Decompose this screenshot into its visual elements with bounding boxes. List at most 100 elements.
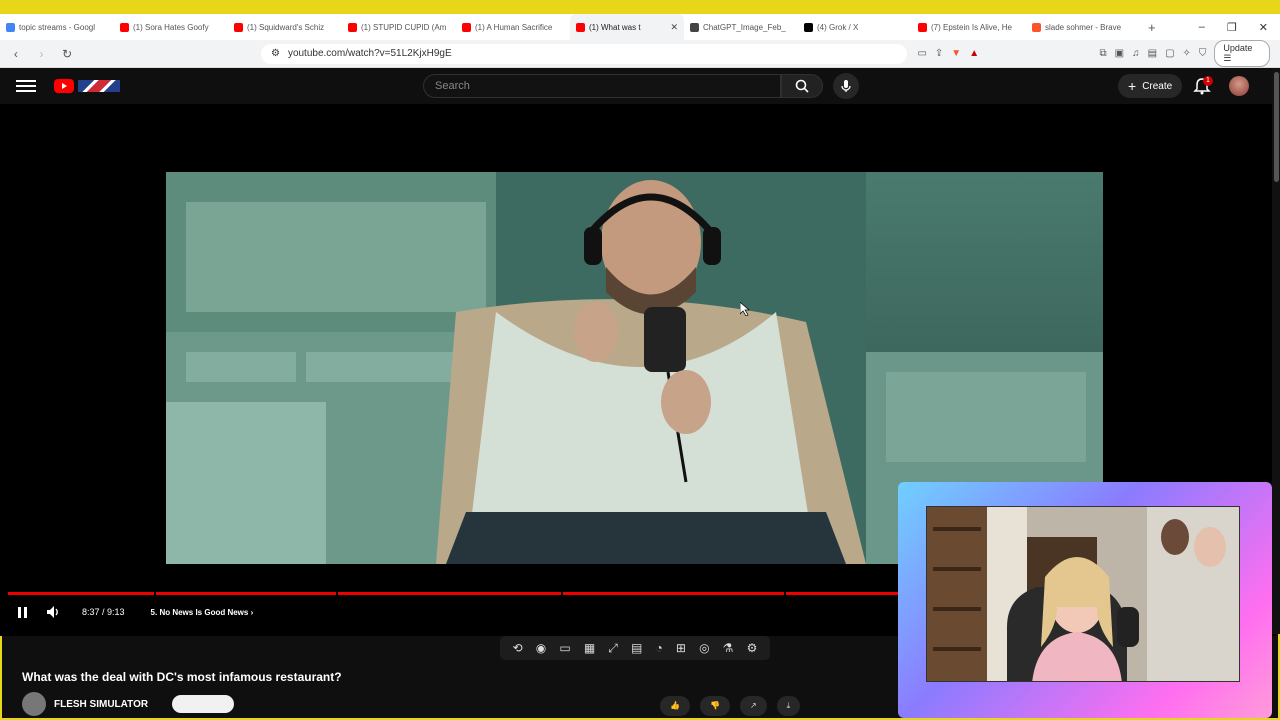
menu-icon[interactable] xyxy=(16,80,36,92)
chapter-title: 5. No News Is Good News xyxy=(150,607,249,617)
search-input[interactable]: Search xyxy=(423,74,781,98)
url-text: youtube.com/watch?v=51L2KjxH9gE xyxy=(287,48,452,59)
browser-tab[interactable]: (1) STUPID CUPID (Am xyxy=(342,14,456,40)
vpn-icon[interactable]: ✧ xyxy=(1183,48,1191,59)
account-avatar[interactable] xyxy=(1229,76,1249,96)
browser-tab[interactable]: (1) Sora Hates Goofy xyxy=(114,14,228,40)
youtube-play-icon xyxy=(54,79,74,93)
share-icon[interactable]: ⇪ xyxy=(935,48,943,59)
mic-icon xyxy=(841,80,851,92)
tab-title: ChatGPT_Image_Feb_ xyxy=(703,22,786,32)
tab-favicon xyxy=(1032,22,1041,32)
flask-icon[interactable]: ⚗ xyxy=(723,641,734,655)
video-actions: 👍 👎 ↗ ⤓ xyxy=(660,696,801,716)
webcam-feed xyxy=(926,506,1240,682)
forward-icon[interactable]: › xyxy=(34,46,50,62)
tab-title: slade sohmer - Brave xyxy=(1045,22,1122,32)
pip-icon[interactable]: ⊞ xyxy=(676,641,686,655)
tab-title: (7) Epstein Is Alive, He xyxy=(931,22,1012,32)
chapter-marker xyxy=(154,592,156,595)
music-icon[interactable]: ♫ xyxy=(1132,48,1140,59)
back-icon[interactable]: ‹ xyxy=(8,46,24,62)
dislike-button[interactable]: 👎 xyxy=(699,696,730,716)
channel-row: FLESH SIMULATOR xyxy=(22,692,235,716)
shield-icon[interactable]: ⛉ xyxy=(1199,48,1207,59)
browser-tab-strip: topic streams - Googl (1) Sora Hates Goo… xyxy=(0,14,1280,40)
chapter-marker xyxy=(784,592,786,595)
tab-favicon xyxy=(462,22,471,32)
wallet-icon[interactable]: ▢ xyxy=(1165,48,1174,59)
tab-title: (1) A Human Sacrifice xyxy=(475,22,553,32)
reload-icon[interactable]: ↻ xyxy=(59,46,75,62)
search-button[interactable] xyxy=(781,74,823,98)
loop-icon[interactable]: ⟲ xyxy=(513,641,523,655)
browser-tab[interactable]: (1) Squidward's Schiz xyxy=(228,14,342,40)
youtube-logo[interactable] xyxy=(54,79,120,93)
close-tab-icon[interactable]: ✕ xyxy=(670,22,678,33)
cast-icon[interactable]: ▭ xyxy=(917,48,926,59)
speed-icon[interactable]: ◔ xyxy=(656,641,663,655)
volume-icon[interactable] xyxy=(46,605,60,619)
tab-favicon xyxy=(6,22,15,32)
download-button[interactable]: ⤓ xyxy=(776,696,801,716)
channel-avatar[interactable] xyxy=(22,692,46,716)
tab-title: (4) Grok / X xyxy=(817,22,859,32)
rewards-icon[interactable]: ▲ xyxy=(969,48,979,59)
time-display: 8:37 / 9:13 xyxy=(82,607,125,617)
close-window-button[interactable]: ✕ xyxy=(1259,21,1268,34)
address-bar[interactable]: ⚙ youtube.com/watch?v=51L2KjxH9gE xyxy=(260,43,908,64)
webcam-illustration xyxy=(927,507,1239,681)
resize-icon[interactable]: ⤢ xyxy=(608,641,618,656)
reading-icon[interactable]: ▤ xyxy=(1148,48,1157,59)
voice-search-button[interactable] xyxy=(833,73,859,99)
update-label: Update xyxy=(1223,43,1253,53)
chapter-button[interactable]: 5. No News Is Good News › xyxy=(151,608,254,617)
tab-favicon xyxy=(918,22,927,32)
camera-icon[interactable]: ◎ xyxy=(699,641,709,655)
film-icon[interactable]: ▦ xyxy=(584,641,595,655)
maximize-button[interactable]: ❐ xyxy=(1227,21,1237,34)
browser-tab-active[interactable]: (1) What was t ✕ xyxy=(570,14,684,40)
share-button[interactable]: ↗ xyxy=(739,696,767,716)
update-button[interactable]: Update ☰ xyxy=(1214,40,1270,67)
screen-icon[interactable]: ▭ xyxy=(559,641,570,655)
extensions-icon[interactable]: ⧉ xyxy=(1100,48,1107,59)
tab-title: topic streams - Googl xyxy=(19,22,96,32)
plus-icon: + xyxy=(1128,78,1137,94)
tab-title: (1) Squidward's Schiz xyxy=(247,22,325,32)
youtube-header: Search + Create 1 xyxy=(0,68,1276,104)
pause-button[interactable] xyxy=(14,604,30,620)
browser-tab[interactable]: slade sohmer - Brave xyxy=(1026,14,1140,40)
notification-badge: 1 xyxy=(1203,76,1213,86)
tab-favicon xyxy=(348,22,357,32)
subscribe-button[interactable] xyxy=(172,695,235,713)
like-button[interactable]: 👍 xyxy=(660,696,690,716)
extension-toolbar: ⟲ ◉ ▭ ▦ ⤢ ▤ ◔ ⊞ ◎ ⚗ ⚙ xyxy=(500,636,770,660)
create-button[interactable]: + Create xyxy=(1118,74,1183,98)
tab-title: (1) STUPID CUPID (Am xyxy=(361,22,447,32)
browser-tab[interactable]: (7) Epstein Is Alive, He xyxy=(912,14,1026,40)
tab-title: (1) Sora Hates Goofy xyxy=(133,22,209,32)
audio-icon[interactable]: ◉ xyxy=(536,641,546,655)
site-info-icon[interactable]: ⚙ xyxy=(271,48,280,59)
channel-name[interactable]: FLESH SIMULATOR xyxy=(54,699,148,710)
new-tab-button[interactable]: + xyxy=(1148,20,1156,35)
tab-favicon xyxy=(234,22,243,32)
brave-shield-icon[interactable]: ▼ xyxy=(951,48,961,59)
scrollbar-thumb[interactable] xyxy=(1274,72,1279,182)
tab-title: (1) What was t xyxy=(589,22,641,32)
video-title: What was the deal with DC's most infamou… xyxy=(22,670,342,684)
gear-icon[interactable]: ⚙ xyxy=(747,641,758,655)
minimize-button[interactable]: – xyxy=(1199,21,1205,34)
sidebar-icon[interactable]: ▣ xyxy=(1115,48,1124,59)
browser-tab[interactable]: (1) A Human Sacrifice xyxy=(456,14,570,40)
browser-tab[interactable]: (4) Grok / X xyxy=(798,14,912,40)
tab-favicon xyxy=(804,22,813,32)
flag-icon xyxy=(78,80,120,92)
layout-icon[interactable]: ▤ xyxy=(631,641,642,655)
browser-toolbar: ‹ › ↻ ⚙ youtube.com/watch?v=51L2KjxH9gE … xyxy=(0,40,1280,68)
browser-tab[interactable]: topic streams - Googl xyxy=(0,14,114,40)
browser-tab[interactable]: ChatGPT_Image_Feb_ xyxy=(684,14,798,40)
chapter-marker xyxy=(336,592,338,595)
tab-favicon xyxy=(120,22,129,32)
